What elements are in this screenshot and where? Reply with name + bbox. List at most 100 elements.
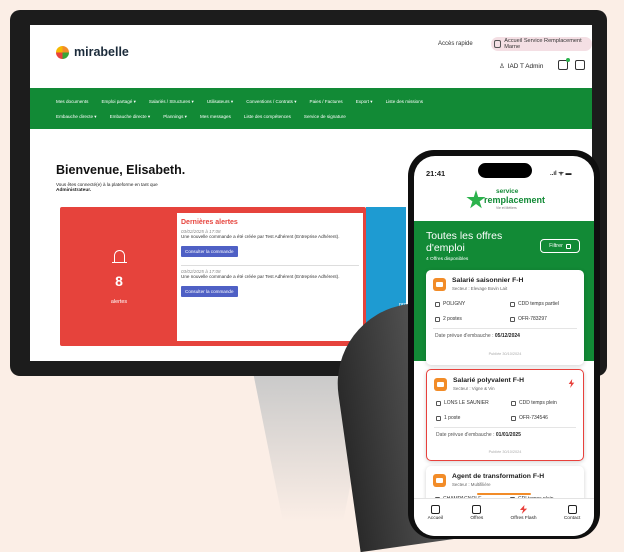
alerts-label: alertes (110, 299, 128, 305)
nav-item[interactable]: Liste des missions (386, 99, 424, 105)
star-logo-icon (466, 190, 486, 209)
location-text: LONS LE SAUNIER (444, 400, 489, 406)
status-time: 21:41 (426, 169, 446, 178)
home-icon (494, 40, 502, 48)
nav-item[interactable]: Service de signature (304, 114, 346, 120)
nav-item[interactable]: Mes messages (200, 114, 231, 120)
ref-text: OFR-734546 (519, 415, 548, 421)
posts-text: 1 poste (444, 415, 461, 421)
app-header: mirabelle Accès rapide Accueil Service R… (30, 25, 592, 77)
flash-icon (568, 379, 575, 388)
nav-row-1: Mes documents Emploi partagé ▾ Salariés / … (56, 99, 423, 105)
alerts-panel-title: Dernières alertes (181, 219, 238, 226)
view-order-button[interactable]: Consulter la commande (181, 286, 238, 297)
job-offer-card-flash[interactable]: Salarié polyvalent F-H Secteur : Vigne &… (426, 369, 584, 461)
offer-ref: OFR-783297 (510, 316, 547, 322)
filter-button[interactable]: Filtrer (540, 239, 580, 253)
service-remplacement-logo: service remplacement Vie et Métiers (466, 186, 554, 216)
offer-ref: OFR-734546 (511, 415, 548, 421)
offer-title: Agent de transformation F-H (452, 473, 545, 480)
job-offer-card[interactable]: Salarié saisonnier F-H Secteur : Elevage… (426, 270, 584, 365)
app-logo[interactable]: mirabelle (56, 45, 129, 59)
nav-item[interactable]: Export ▾ (356, 99, 373, 105)
nav-row-2: Embauche directe ▾ Embauche directe ▾ Plan… (56, 114, 346, 120)
briefcase-icon (434, 378, 447, 391)
offer-sector: Secteur : Multifilière (452, 482, 491, 487)
person-icon (436, 415, 441, 421)
hire-date-value: 01/01/2025 (495, 432, 521, 438)
reference-icon (510, 316, 515, 322)
notifications-icon[interactable] (558, 58, 570, 70)
nav-item[interactable]: Salariés / Structures ▾ (149, 99, 194, 105)
hire-date: Date prévue d'embauche : 01/01/2025 (436, 432, 521, 438)
phone: 21:41 ..ıl ᯤ ▬ service remplacement Vie … (408, 150, 600, 539)
hire-date-label: Date prévue d'embauche : (436, 432, 495, 438)
phone-screen: 21:41 ..ıl ᯤ ▬ service remplacement Vie … (414, 156, 594, 536)
offer-location: LONS LE SAUNIER (436, 400, 489, 406)
tab-offres-flash[interactable]: Offres Flash (511, 499, 537, 536)
bell-icon (112, 250, 127, 263)
logo-line-3: Vie et Métiers (496, 206, 517, 210)
ref-text: OFR-783297 (518, 316, 547, 322)
nav-item[interactable]: Embauche directe ▾ (110, 114, 151, 120)
tab-label: Accueil (427, 516, 444, 521)
hire-date-label: Date prévue d'embauche : (435, 333, 494, 339)
documents-icon[interactable] (575, 60, 585, 70)
service-name: Accueil Service Remplacement Marne (504, 38, 582, 50)
published-date: Publiée 30/10/2024 (488, 450, 522, 454)
alert-message: Une nouvelle commande a été créée par Te… (181, 274, 340, 279)
hire-date: Date prévue d'embauche : 05/12/2024 (435, 333, 520, 339)
mirabelle-logo-icon (56, 45, 69, 59)
location-pin-icon (435, 301, 440, 307)
main-nav: Mes documents Emploi partagé ▾ Salariés / … (30, 88, 592, 129)
welcome-role: Administrateur. (56, 188, 92, 193)
posts-text: 2 postes (443, 316, 462, 322)
latest-alerts-panel: Dernières alertes 03/02/2025 à 17:08 Une… (177, 213, 363, 341)
user-menu[interactable]: ♙ IAD T Admin (499, 62, 544, 71)
tab-offres[interactable]: Offres (470, 499, 483, 536)
nav-item[interactable]: Plannings ▾ (163, 114, 187, 120)
scroll-indicator (477, 493, 531, 495)
contract-icon (511, 400, 516, 406)
tab-label: Contact (563, 516, 581, 521)
header-icons (558, 58, 592, 70)
nav-item[interactable]: Paies / Factures (310, 99, 343, 105)
briefcase-icon (433, 278, 446, 291)
nav-item[interactable]: Liste des compétences (244, 114, 291, 120)
nav-item[interactable]: Embauche directe ▾ (56, 114, 97, 120)
nav-item[interactable]: Utilisateurs ▾ (207, 99, 233, 105)
contract-icon (510, 301, 515, 307)
logo-text: mirabelle (74, 45, 129, 59)
tab-contact[interactable]: Contact (563, 499, 581, 536)
offer-contract: CDD temps partiel (510, 301, 559, 307)
offer-sector: Secteur : Elevage Bovin Lait (452, 286, 508, 291)
offers-title: Toutes les offres d'emploi (426, 230, 503, 254)
alert-item: 03/02/2025 à 17:08 Une nouvelle commande… (181, 269, 359, 298)
card-divider (433, 328, 577, 329)
logo-line-2: remplacement (484, 195, 546, 205)
notification-dot (566, 58, 570, 62)
nav-item[interactable]: Emploi partagé ▾ (101, 99, 135, 105)
offer-posts: 1 poste (436, 415, 460, 421)
card-divider (434, 427, 576, 428)
nav-item[interactable]: Mes documents (56, 99, 88, 105)
filter-icon (565, 243, 571, 249)
user-name: IAD T Admin (507, 62, 544, 70)
welcome-title: Bienvenue, Elisabeth. (56, 163, 186, 177)
briefcase-icon (433, 474, 446, 487)
service-switch-button[interactable]: Accueil Service Remplacement Marne (491, 37, 592, 51)
contract-text: CDD temps plein (519, 400, 557, 406)
offers-count: 4 Offres disponibles (426, 257, 469, 262)
alert-item: 03/02/2025 à 17:08 Une nouvelle commande… (181, 229, 359, 258)
alert-divider (181, 265, 359, 266)
offer-posts: 2 postes (435, 316, 462, 322)
location-pin-icon (436, 400, 441, 406)
user-icon: ♙ (499, 63, 505, 70)
tab-accueil[interactable]: Accueil (428, 499, 443, 536)
alerts-count: 8 (115, 273, 123, 289)
nav-item[interactable]: Conventions / Contrats ▾ (246, 99, 296, 105)
offer-sector: Secteur : Vigne & Vin (453, 386, 495, 391)
view-order-button[interactable]: Consulter la commande (181, 246, 238, 257)
dynamic-island (478, 163, 532, 178)
quick-access-label: Accès rapide (438, 41, 473, 47)
